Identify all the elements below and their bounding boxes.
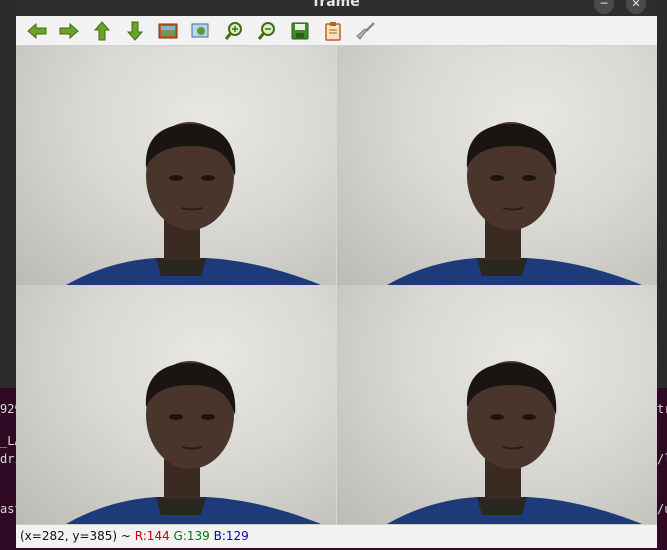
terminal-right-line: /u (657, 502, 667, 516)
terminal-right-line: tr (657, 402, 667, 416)
frame-tile-bottom-right (337, 285, 657, 524)
image-canvas[interactable] (16, 46, 657, 524)
pan-right-icon[interactable] (58, 20, 80, 42)
pixel-blue-value: B:129 (213, 529, 249, 543)
toolbar (16, 16, 657, 46)
pan-up-icon[interactable] (91, 20, 113, 42)
person-image (387, 361, 642, 524)
save-icon[interactable] (289, 20, 311, 42)
frame-tile-bottom-left (16, 285, 336, 524)
minimize-button[interactable]: ─ (594, 0, 614, 14)
terminal-right-line: /l (657, 452, 667, 466)
frame-tile-top-right (337, 46, 657, 285)
person-image (66, 361, 321, 524)
person-image (387, 122, 642, 285)
zoom-in-magnifier-icon[interactable] (223, 20, 245, 42)
pan-left-icon[interactable] (26, 20, 48, 42)
cursor-coordinates: (x=282, y=385) ~ (20, 529, 135, 543)
pixel-green-value: G:139 (173, 529, 210, 543)
status-bar: (x=282, y=385) ~ R:144 G:139 B:129 (16, 524, 657, 548)
zoom-out-magnifier-icon[interactable] (256, 20, 278, 42)
brush-icon[interactable] (355, 20, 377, 42)
properties-icon[interactable] (322, 20, 344, 42)
close-button[interactable]: ✕ (626, 0, 646, 14)
pan-down-icon[interactable] (124, 20, 146, 42)
window-title: frame (313, 0, 360, 10)
window-titlebar[interactable]: frame ─ ✕ (16, 0, 657, 16)
person-image (66, 122, 321, 285)
frame-tile-top-left (16, 46, 336, 285)
pixel-red-value: R:144 (134, 529, 170, 543)
zoom-in-icon[interactable] (190, 20, 212, 42)
zoom-in-10-icon[interactable] (157, 20, 179, 42)
